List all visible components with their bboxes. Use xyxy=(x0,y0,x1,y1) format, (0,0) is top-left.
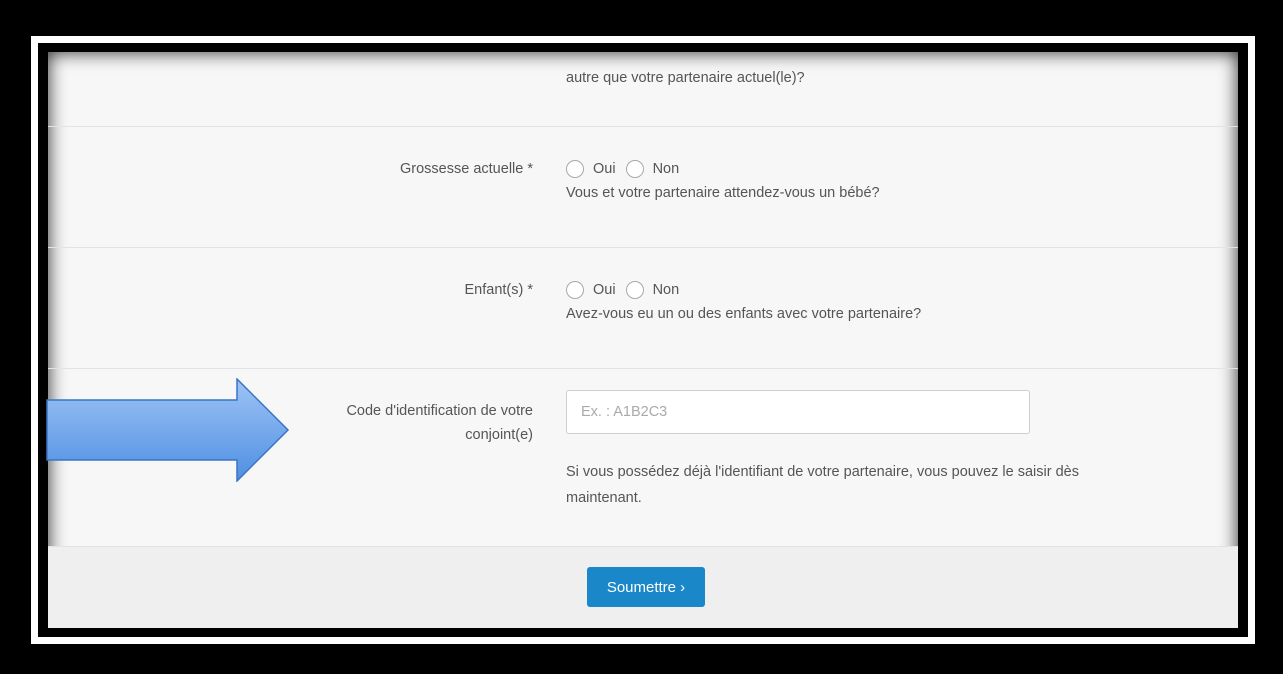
partner-code-hint-line2: maintenant. xyxy=(566,490,642,506)
form-row-pregnancy: Grossesse actuelle * Oui Non Vous et vot… xyxy=(48,127,1238,248)
partner-code-label: Code d'identification de votre conjoint(… xyxy=(273,399,533,447)
form-row-previous: — — — — — — — — — — — — — — — — — — — — … xyxy=(48,52,1238,127)
children-yes-radio[interactable] xyxy=(566,281,584,299)
children-label: Enfant(s) * xyxy=(464,282,534,298)
children-yes-label[interactable]: Oui xyxy=(593,282,616,298)
pregnancy-hint: Vous et votre partenaire attendez-vous u… xyxy=(566,185,880,201)
partner-code-hint-line1: Si vous possédez déjà l'identifiant de v… xyxy=(566,464,1079,480)
form-footer: Soumettre › xyxy=(48,547,1238,628)
pregnancy-yes-label[interactable]: Oui xyxy=(593,161,616,177)
partner-code-input[interactable] xyxy=(566,390,1030,434)
children-hint: Avez-vous eu un ou des enfants avec votr… xyxy=(566,306,922,322)
pregnancy-yes-radio[interactable] xyxy=(566,160,584,178)
children-field: Oui Non Avez-vous eu un ou des enfants a… xyxy=(566,278,1186,326)
pregnancy-no-radio[interactable] xyxy=(625,160,644,178)
submit-button[interactable]: Soumettre › xyxy=(587,567,705,607)
partner-code-hint: Si vous possédez déjà l'identifiant de v… xyxy=(566,459,1186,511)
previous-hint-cut: — — — — — — — — — — — — — — — — — — — — … xyxy=(566,52,1011,60)
form-row-children: Enfant(s) * Oui Non Avez-vous eu un ou d… xyxy=(48,248,1238,369)
form-panel: — — — — — — — — — — — — — — — — — — — — … xyxy=(48,52,1238,628)
right-arrow-icon xyxy=(46,378,290,482)
previous-hint: autre que votre partenaire actuel(le)? xyxy=(566,70,805,86)
partner-code-label-line2: conjoint(e) xyxy=(465,427,533,443)
pregnancy-field: Oui Non Vous et votre partenaire attende… xyxy=(566,157,1186,205)
pregnancy-label: Grossesse actuelle * xyxy=(400,161,533,177)
children-no-radio[interactable] xyxy=(625,281,644,299)
children-no-label[interactable]: Non xyxy=(653,282,680,298)
pregnancy-no-label[interactable]: Non xyxy=(653,161,680,177)
partner-code-label-line1: Code d'identification de votre xyxy=(346,403,533,419)
